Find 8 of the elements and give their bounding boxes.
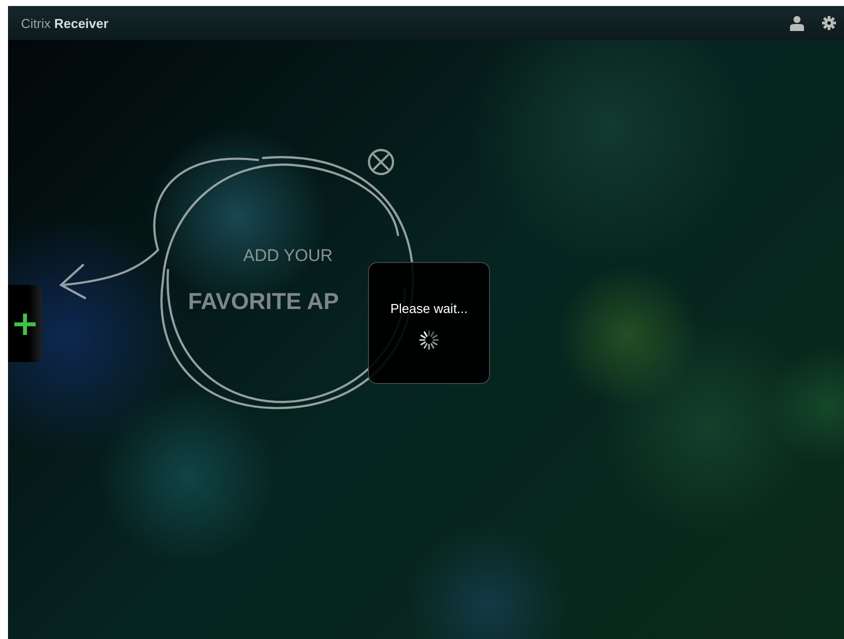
loading-spinner-icon bbox=[419, 330, 439, 350]
loading-message: Please wait... bbox=[390, 301, 468, 316]
add-app-tab[interactable]: + bbox=[8, 285, 42, 362]
settings-icon[interactable] bbox=[822, 15, 836, 31]
user-icon[interactable] bbox=[790, 15, 804, 31]
hint-title: FAVORITE AP bbox=[188, 288, 339, 315]
hint-heading: ADD YOUR bbox=[243, 246, 333, 266]
app-logo: Citrix Receiver bbox=[21, 16, 108, 30]
